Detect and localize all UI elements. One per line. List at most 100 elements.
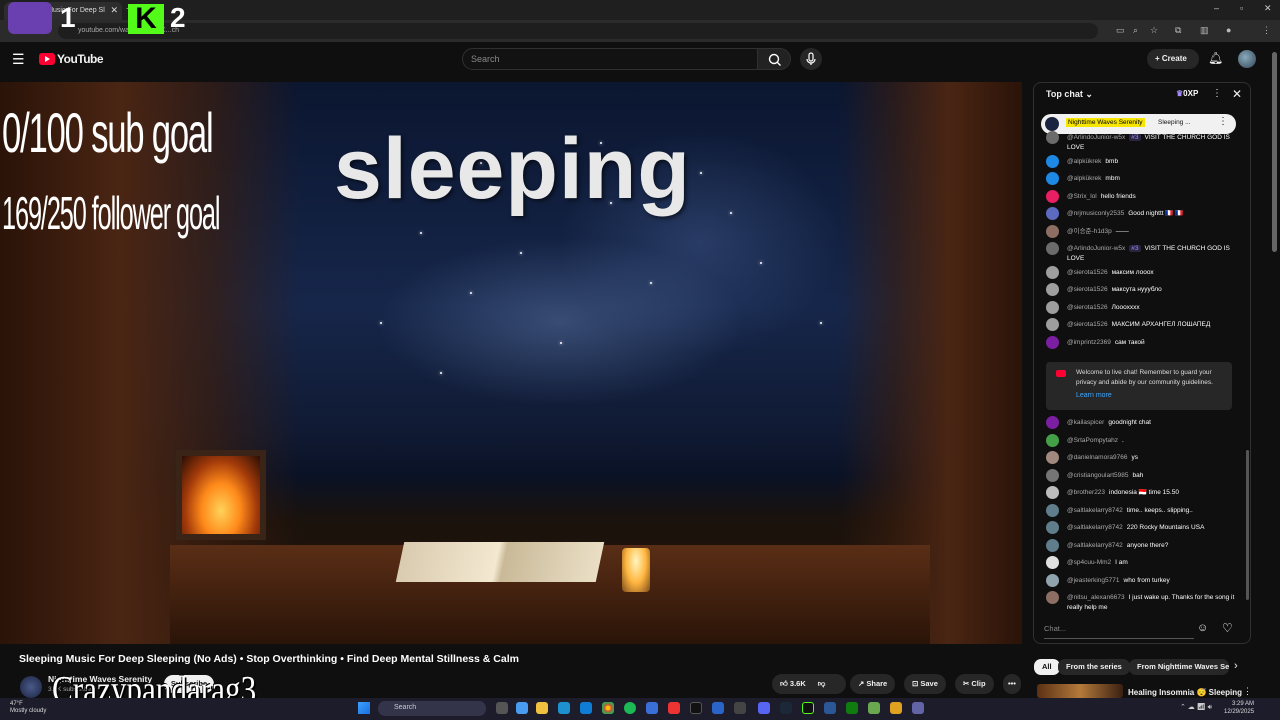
chat-avatar[interactable] [1046,318,1059,331]
chat-avatar[interactable] [1046,131,1059,144]
chat-username[interactable]: @Strix_lol [1067,193,1097,200]
app-dark-blue-icon[interactable] [824,702,836,714]
cast-icon[interactable]: ▭ [1116,25,1125,36]
emoji-icon[interactable]: ☺ [1197,622,1208,634]
profile-menu-icon[interactable]: ● [1226,25,1231,35]
discord-icon[interactable] [758,702,770,714]
related-more-icon[interactable]: ⋮ [1243,686,1252,697]
sidebar-icon[interactable]: ▥ [1200,25,1209,36]
chat-avatar[interactable] [1046,242,1059,255]
more-actions-button[interactable]: ••• [1003,674,1021,694]
related-video-title[interactable]: Healing Insomnia 😴 Sleeping [1128,688,1242,697]
chat-avatar[interactable] [1046,468,1059,482]
browser-menu-icon[interactable]: ⋮ [1262,25,1271,36]
app-red-icon[interactable] [668,702,680,714]
taskbar-clock[interactable]: 3:29 AM 12/29/2025 [1224,700,1254,716]
windows-start-icon[interactable] [358,702,370,714]
chat-username[interactable]: @sierota1526 [1067,286,1108,293]
chat-close-icon[interactable]: ✕ [1232,87,1242,101]
create-button[interactable]: + Create [1147,49,1199,69]
save-button[interactable]: ⊡ Save [904,674,946,694]
xbox-icon[interactable] [846,702,858,714]
chat-username[interactable]: @alpkükrek [1067,175,1101,182]
chat-avatar[interactable] [1046,451,1059,464]
chat-input[interactable]: Chat... [1044,620,1192,638]
chat-avatar[interactable] [1046,538,1059,552]
store-icon[interactable] [580,702,592,714]
tab-close-icon[interactable]: ✕ [110,5,118,16]
page-scrollbar[interactable] [1272,52,1277,252]
zoom-icon[interactable]: ⌕ [1133,25,1138,36]
chat-avatar[interactable] [1046,207,1059,220]
weather-widget[interactable]: 47°F Mostly cloudy [10,701,46,715]
chat-avatar[interactable] [1046,189,1059,203]
pinned-more-icon[interactable]: ⋮ [1218,116,1228,127]
capture-icon[interactable] [734,702,746,714]
kick-icon[interactable] [802,702,814,714]
spotify-icon[interactable] [624,702,636,714]
bookmark-star-icon[interactable]: ☆ [1150,25,1158,36]
chat-username[interactable]: @ArlindoJunior-w5x [1067,245,1125,252]
chat-username[interactable]: @nrjmusiconly2535 [1067,210,1124,217]
minimize-button[interactable]: – [1214,3,1219,13]
related-video-thumbnail[interactable] [1037,684,1123,698]
chat-username[interactable]: @sierota1526 [1067,269,1108,276]
chat-avatar[interactable] [1046,503,1059,517]
app-green-icon[interactable] [868,702,880,714]
chat-username[interactable]: @imprintz2369 [1067,339,1111,346]
chat-mode-dropdown[interactable]: Top chat ⌄ [1046,89,1093,100]
chat-avatar[interactable] [1046,265,1059,279]
file-explorer-icon[interactable] [536,702,548,714]
system-tray[interactable]: ⌃ ☁ 📶︎ 🔊︎ [1180,703,1212,712]
chat-username[interactable]: @saltlakelarry8742 [1067,507,1123,514]
hamburger-menu-icon[interactable]: ☰ [12,51,25,68]
url-bar[interactable]: youtube.com/watch?v=...UC...ch [58,23,1098,39]
youtube-logo-icon[interactable] [39,53,55,65]
chat-avatar[interactable] [1046,521,1059,534]
heart-icon[interactable]: ♡ [1222,621,1233,635]
chat-avatar[interactable] [1046,591,1059,604]
widgets-icon[interactable] [516,702,528,714]
app-icon[interactable] [646,702,658,714]
chat-username[interactable]: @SrtaPompytahz [1067,437,1118,444]
chip-from-channel[interactable]: From Nighttime Waves Se [1129,659,1229,675]
notifications-bell-icon[interactable]: 🔔︎ [1208,51,1223,65]
share-button[interactable]: ↗ Share [850,674,896,694]
voice-search-button[interactable] [800,48,822,70]
chat-avatar[interactable] [1046,573,1059,587]
chat-avatar[interactable] [1046,556,1059,569]
task-view-icon[interactable] [496,702,508,714]
youtube-logo-text[interactable]: YouTube [57,52,104,66]
clip-button[interactable]: ✂ Clip [955,674,994,694]
channel-avatar[interactable] [20,676,42,698]
chat-avatar[interactable] [1046,416,1059,429]
chat-username[interactable]: @ArlindoJunior-w5x [1067,134,1125,141]
chat-username[interactable]: @brother223 [1067,489,1105,496]
chat-username[interactable]: @jeasterking5771 [1067,577,1120,584]
chat-avatar[interactable] [1046,335,1059,349]
chrome-icon[interactable] [602,702,614,714]
chat-username[interactable]: @saltlakelarry8742 [1067,542,1123,549]
chat-avatar[interactable] [1046,486,1059,499]
dislike-icon[interactable]: 👎︎ [818,679,826,688]
chevron-right-icon[interactable]: › [1234,660,1238,672]
chat-username[interactable]: @nitsu_alexan6673 [1067,594,1125,601]
maximize-button[interactable]: ▫ [1240,3,1243,13]
chip-from-series[interactable]: From the series [1058,659,1130,675]
taskbar-search[interactable]: Search [378,701,486,716]
chat-username[interactable]: @alpkükrek [1067,158,1101,165]
search-input[interactable]: Search [462,48,758,70]
chat-username[interactable]: @sp4cuu-Mm2 [1067,559,1111,566]
user-avatar[interactable] [1238,50,1256,68]
chat-avatar[interactable] [1046,172,1059,185]
tiktok-icon[interactable] [690,702,702,714]
chat-username[interactable]: @sierota1526 [1067,304,1108,311]
steam-icon[interactable] [780,702,792,714]
chat-username[interactable]: @saltlakelarry8742 [1067,524,1123,531]
teams-icon[interactable] [912,702,924,714]
chat-username[interactable]: @sierota1526 [1067,321,1108,328]
chat-avatar[interactable] [1046,283,1059,296]
chat-scrollbar[interactable] [1246,450,1249,600]
edge-icon[interactable] [558,702,570,714]
app-yellow-icon[interactable] [890,702,902,714]
